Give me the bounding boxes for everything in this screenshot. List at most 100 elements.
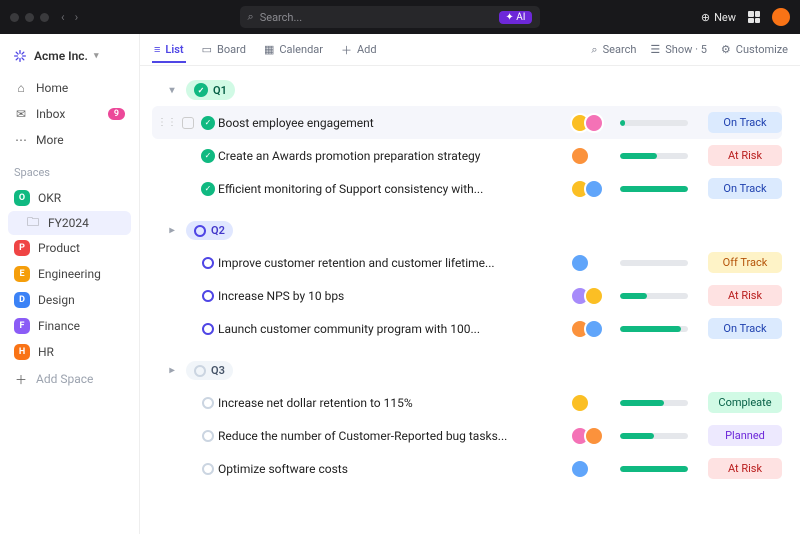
group-pill[interactable]: ✓Q1	[186, 80, 235, 100]
folder-icon: 🗀	[26, 216, 40, 230]
progress	[620, 400, 700, 406]
plus-icon: ⊕	[701, 11, 710, 24]
group-label: Q1	[213, 84, 227, 97]
toolbar-show[interactable]: ☰Show · 5	[650, 43, 707, 57]
window-controls[interactable]	[10, 13, 49, 22]
nav-more[interactable]: ⋯ More	[8, 128, 131, 152]
assignees	[570, 253, 620, 273]
more-icon: ⋯	[14, 133, 28, 147]
status-chip[interactable]: Off Track	[708, 252, 782, 273]
gear-icon: ⚙	[721, 43, 731, 56]
space-item-Engineering[interactable]: EEngineering	[8, 261, 131, 287]
view-toolbar: ≡List ▭Board ▦Calendar ＋Add ⌕Search ☰Sho…	[140, 34, 800, 66]
workspace-logo-icon	[12, 48, 28, 64]
assignee-avatar[interactable]	[584, 286, 604, 306]
space-item-OKR[interactable]: OOKR	[8, 185, 131, 211]
search-placeholder: Search...	[260, 11, 303, 24]
status-done-icon: ✓	[201, 149, 215, 163]
toolbar-customize[interactable]: ⚙Customize	[721, 43, 788, 57]
global-search[interactable]: ⌕ Search... ✦ AI	[240, 6, 540, 28]
view-add[interactable]: ＋Add	[339, 37, 379, 63]
task-title: Increase NPS by 10 bps	[218, 289, 570, 303]
space-item-Finance[interactable]: FFinance	[8, 313, 131, 339]
group-caret[interactable]: ▸	[166, 365, 178, 376]
assignees	[570, 426, 620, 446]
group-caret[interactable]: ▸	[166, 225, 178, 236]
assignee-avatar[interactable]	[570, 253, 590, 273]
task-row[interactable]: Improve customer retention and customer …	[152, 246, 782, 279]
task-row[interactable]: ✓Efficient monitoring of Support consist…	[152, 172, 782, 205]
progress	[620, 326, 700, 332]
new-button[interactable]: ⊕New	[701, 11, 736, 24]
space-badge: H	[14, 344, 30, 360]
space-badge: F	[14, 318, 30, 334]
status-done-icon: ✓	[201, 182, 215, 196]
back-icon[interactable]: ‹	[61, 10, 65, 24]
ai-pill[interactable]: ✦ AI	[499, 11, 531, 24]
workspace-switcher[interactable]: Acme Inc. ▾	[8, 44, 131, 74]
progress	[620, 120, 700, 126]
chevron-down-icon: ▾	[94, 51, 99, 61]
group-label: Q2	[211, 224, 225, 237]
inbox-badge: 9	[108, 108, 125, 120]
group-q1: ▾✓Q1⋮⋮✓Boost employee engagementOn Track…	[152, 76, 782, 205]
apps-icon[interactable]	[748, 11, 760, 23]
sidebar: Acme Inc. ▾ ⌂ Home ✉ Inbox 9 ⋯ More Spac…	[0, 34, 140, 534]
progress	[620, 433, 700, 439]
assignee-avatar[interactable]	[570, 459, 590, 479]
home-icon: ⌂	[14, 81, 28, 95]
assignee-avatar[interactable]	[584, 113, 604, 133]
assignees	[570, 146, 620, 166]
assignee-avatar[interactable]	[570, 393, 590, 413]
task-row[interactable]: Increase net dollar retention to 115%Com…	[152, 386, 782, 419]
nav-arrows[interactable]: ‹ ›	[61, 10, 78, 24]
group-caret[interactable]: ▾	[166, 85, 178, 96]
status-chip[interactable]: At Risk	[708, 145, 782, 166]
task-list: ▾✓Q1⋮⋮✓Boost employee engagementOn Track…	[140, 66, 800, 534]
status-chip[interactable]: Compleate	[708, 392, 782, 413]
assignee-avatar[interactable]	[584, 179, 604, 199]
calendar-icon: ▦	[264, 43, 274, 56]
task-row[interactable]: ✓Create an Awards promotion preparation …	[152, 139, 782, 172]
forward-icon[interactable]: ›	[75, 10, 79, 24]
drag-handle-icon[interactable]: ⋮⋮	[157, 117, 177, 128]
group-q2: ▸ Q2 Improve customer retention and custom…	[152, 217, 782, 345]
task-row[interactable]: Optimize software costsAt Risk	[152, 452, 782, 485]
status-chip[interactable]: On Track	[708, 178, 782, 199]
space-badge: O	[14, 190, 30, 206]
space-item-Product[interactable]: PProduct	[8, 235, 131, 261]
task-row[interactable]: Increase NPS by 10 bps At Risk	[152, 279, 782, 312]
checkbox[interactable]	[182, 117, 194, 129]
group-pill[interactable]: Q3	[186, 361, 233, 380]
view-board[interactable]: ▭Board	[200, 38, 248, 61]
space-item-FY2024[interactable]: 🗀FY2024	[8, 211, 131, 235]
task-row[interactable]: Launch customer community program with 1…	[152, 312, 782, 345]
status-open-icon	[194, 225, 206, 237]
space-item-HR[interactable]: HHR	[8, 339, 131, 365]
user-avatar[interactable]	[772, 8, 790, 26]
group-pill[interactable]: Q2	[186, 221, 233, 240]
task-row[interactable]: ⋮⋮✓Boost employee engagementOn Track	[152, 106, 782, 139]
status-chip[interactable]: At Risk	[708, 458, 782, 479]
plus-icon: ＋	[14, 372, 28, 386]
toolbar-search[interactable]: ⌕Search	[591, 43, 636, 57]
status-chip[interactable]: Planned	[708, 425, 782, 446]
inbox-icon: ✉	[14, 107, 28, 121]
status-open-icon	[202, 463, 214, 475]
assignees	[570, 179, 620, 199]
task-row[interactable]: Reduce the number of Customer-Reported b…	[152, 419, 782, 452]
status-chip[interactable]: At Risk	[708, 285, 782, 306]
nav-inbox[interactable]: ✉ Inbox 9	[8, 102, 131, 126]
status-chip[interactable]: On Track	[708, 112, 782, 133]
nav-home[interactable]: ⌂ Home	[8, 76, 131, 100]
assignee-avatar[interactable]	[584, 426, 604, 446]
add-space[interactable]: ＋ Add Space	[8, 367, 131, 391]
assignee-avatar[interactable]	[570, 146, 590, 166]
view-calendar[interactable]: ▦Calendar	[262, 38, 325, 61]
status-chip[interactable]: On Track	[708, 318, 782, 339]
view-list[interactable]: ≡List	[152, 38, 186, 63]
titlebar: ‹ › ⌕ Search... ✦ AI ⊕New	[0, 0, 800, 34]
progress	[620, 293, 700, 299]
assignee-avatar[interactable]	[584, 319, 604, 339]
space-item-Design[interactable]: DDesign	[8, 287, 131, 313]
